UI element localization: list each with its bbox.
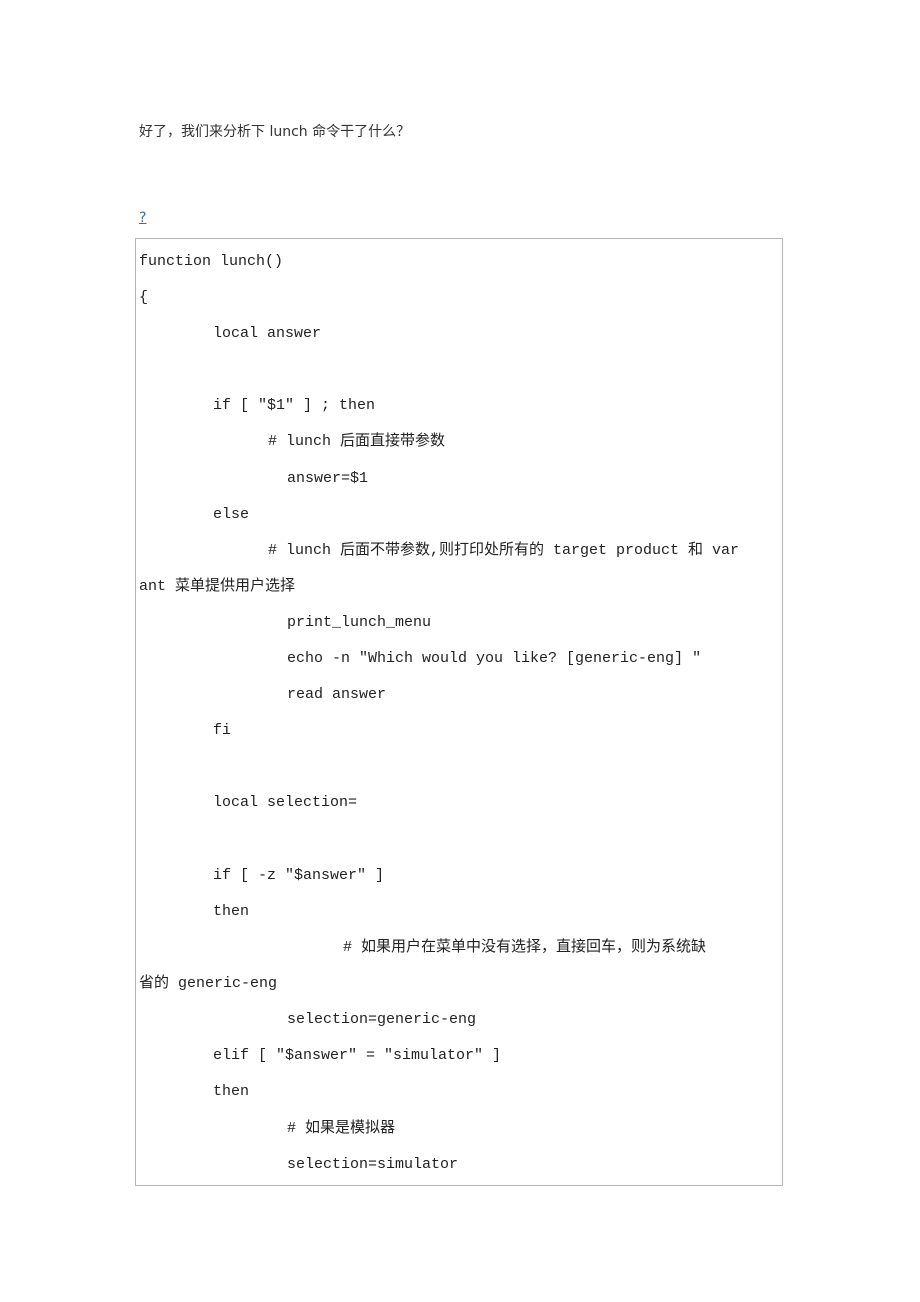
code-line: if [ "$1" ] ; then — [213, 397, 376, 414]
code-view-link[interactable]: ? — [139, 210, 146, 226]
code-line: function lunch() — [139, 253, 284, 270]
code-line: # 如果是模拟器 — [287, 1120, 396, 1137]
code-line: 省的 generic-eng — [139, 975, 278, 992]
code-line: # 如果用户在菜单中没有选择，直接回车，则为系统缺 — [343, 939, 707, 956]
code-line: selection=simulator — [287, 1156, 459, 1173]
code-line: { — [139, 289, 149, 306]
code-block — [135, 238, 783, 1186]
document-page: 好了，我们来分析下 lunch 命令干了什么？ ? function lunch… — [0, 0, 920, 1302]
code-line: local answer — [213, 325, 322, 342]
intro-paragraph: 好了，我们来分析下 lunch 命令干了什么？ — [139, 124, 411, 140]
code-line: echo -n "Which would you like? [generic-… — [287, 650, 702, 667]
code-line: print_lunch_menu — [287, 614, 432, 631]
code-line: if [ -z "$answer" ] — [213, 867, 385, 884]
code-line: ant 菜单提供用户选择 — [139, 578, 296, 595]
code-line: local selection= — [213, 794, 358, 811]
code-line: then — [213, 903, 250, 920]
code-line: fi — [213, 722, 232, 739]
code-line: else — [213, 506, 250, 523]
code-line: selection=generic-eng — [287, 1011, 477, 1028]
code-line: elif [ "$answer" = "simulator" ] — [213, 1047, 502, 1064]
code-line: # lunch 后面不带参数,则打印处所有的 target product 和 … — [268, 542, 740, 559]
code-line: # lunch 后面直接带参数 — [268, 433, 446, 450]
code-line: read answer — [287, 686, 387, 703]
code-line: then — [213, 1083, 250, 1100]
code-line: answer=$1 — [287, 470, 369, 487]
